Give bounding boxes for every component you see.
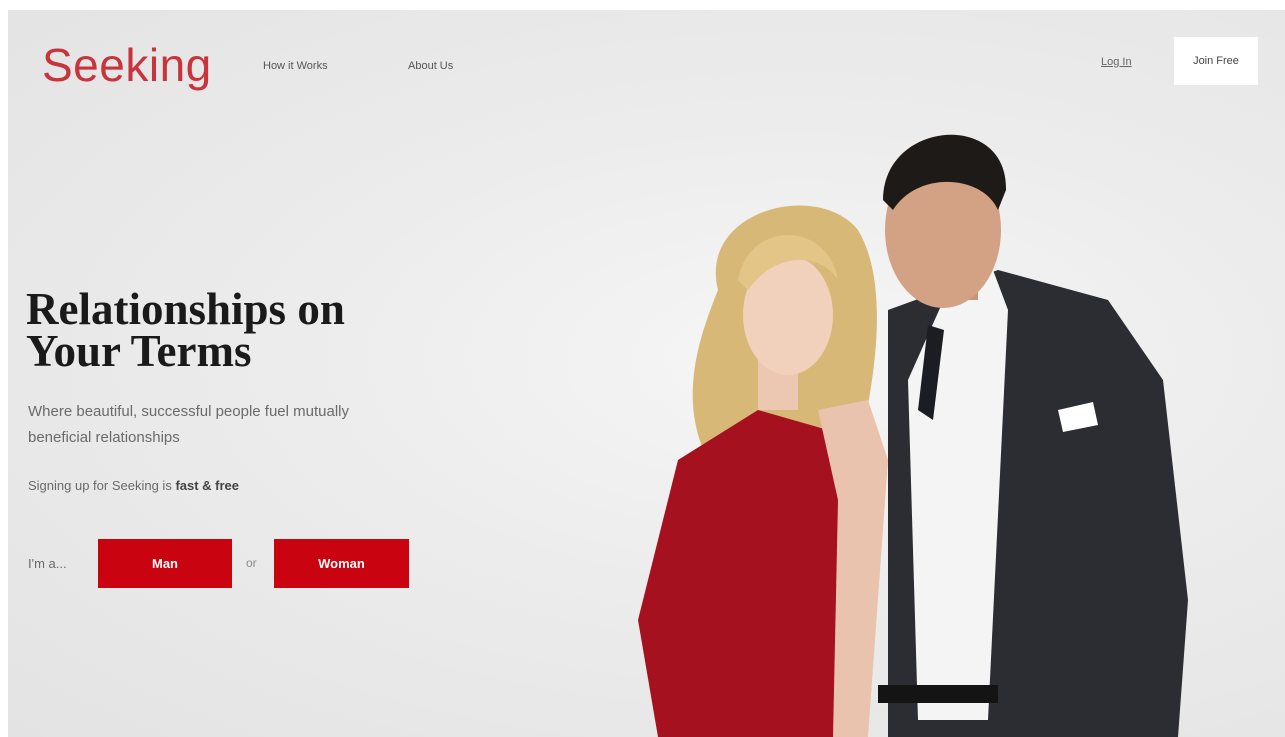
signup-note-prefix: Signing up for Seeking is [28, 478, 176, 493]
woman-button[interactable]: Woman [274, 539, 409, 588]
signup-note-emphasis: fast & free [175, 478, 240, 493]
nav-about-us-link[interactable]: About Us [408, 60, 453, 72]
signup-note: Signing up for Seeking is fast & free [28, 478, 239, 493]
landing-page: Seeking How it Works About Us Log In Joi… [8, 10, 1285, 737]
man-belt [878, 685, 998, 703]
hero-subtitle: Where beautiful, successful people fuel … [28, 403, 350, 446]
join-free-button[interactable]: Join Free [1174, 37, 1258, 85]
login-link[interactable]: Log In [1101, 56, 1132, 68]
couple-hero-image [638, 134, 1188, 737]
or-label: or [246, 556, 257, 570]
im-a-label: I'm a... [28, 556, 67, 571]
seeking-logo[interactable]: Seeking [42, 38, 212, 92]
nav-how-it-works-link[interactable]: How it Works [263, 60, 328, 72]
hero-title: Relationships on Your Terms [26, 284, 345, 376]
man-button[interactable]: Man [98, 539, 232, 588]
